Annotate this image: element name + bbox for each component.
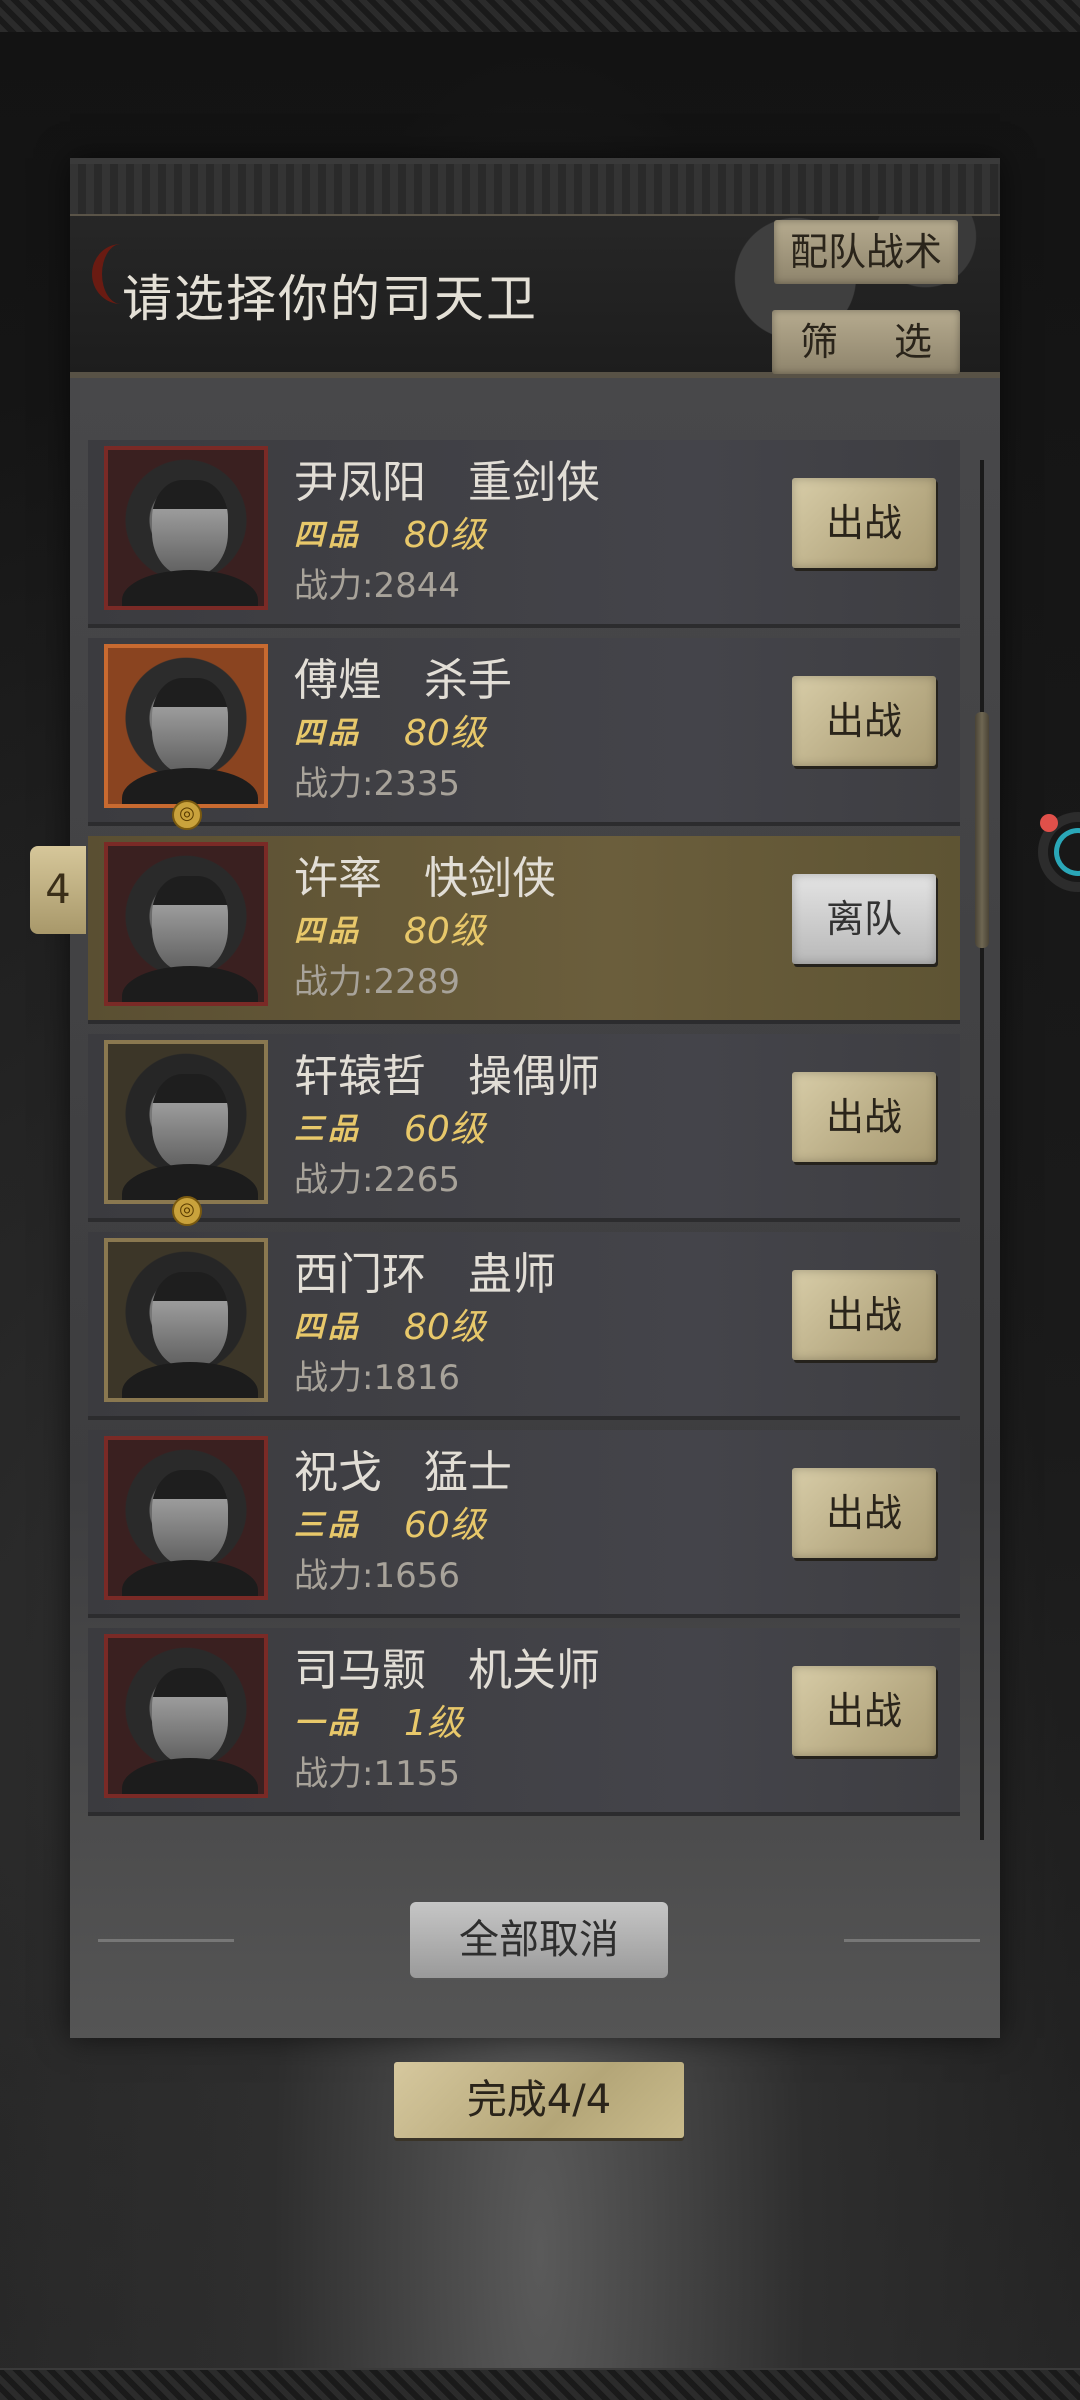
scrollbar-thumb[interactable] [975,712,989,948]
character-name-class: 司马颢 机关师 [294,1634,600,1698]
character-grade: 一品 [294,1706,362,1741]
character-name-class: 傅煌 杀手 [294,644,512,708]
character-class: 快剑侠 [423,853,556,904]
character-row[interactable]: 祝戈 猛士 三品 60级 战力:1656 出战 [88,1430,960,1618]
character-name: 许率 [294,853,382,904]
power-label: 战力: [294,1754,374,1794]
character-level: 80级 [404,911,486,952]
character-power: 战力:2289 [294,954,460,1003]
character-list[interactable]: 尹凤阳 重剑侠 四品 80级 战力:2844 出战 ◎ 傅煌 杀手 四品 80级… [88,440,962,1850]
character-row[interactable]: 司马颢 机关师 一品 1级 战力:1155 出战 [88,1628,960,1816]
character-portrait [104,1436,268,1600]
character-row-selected[interactable]: 许率 快剑侠 四品 80级 战力:2289 离队 [88,836,960,1024]
character-power: 战力:2335 [294,756,460,805]
power-label: 战力: [294,764,374,804]
character-power: 战力:2265 [294,1152,460,1201]
page-title: 请选择你的司天卫 [122,270,538,328]
character-name: 尹凤阳 [294,457,426,508]
divider-right [844,1939,980,1942]
character-class: 操偶师 [467,1051,600,1102]
character-level: 80级 [404,515,486,556]
character-name: 司马颢 [294,1645,426,1696]
power-value: 2844 [373,566,460,606]
character-power: 战力:1155 [294,1746,460,1795]
deploy-button[interactable]: 出战 [792,1666,936,1756]
character-power: 战力:2844 [294,558,460,607]
character-class: 猛士 [423,1447,512,1498]
deploy-button[interactable]: 出战 [792,676,936,766]
panel-header: 请选择你的司天卫 配队战术 筛 选 [70,158,1000,378]
character-class: 重剑侠 [467,457,600,508]
character-grade: 四品 [294,1310,362,1345]
deploy-button[interactable]: 出战 [792,478,936,568]
spiral-badge-icon: ◎ [172,800,202,830]
character-grade: 四品 [294,716,362,751]
character-name: 傅煌 [294,655,382,706]
power-label: 战力: [294,1556,374,1596]
power-value: 1656 [373,1556,460,1596]
team-tactics-button[interactable]: 配队战术 [774,220,958,284]
character-grade: 四品 [294,518,362,553]
character-name: 西门环 [294,1249,426,1300]
character-row[interactable]: ◎ 轩辕哲 操偶师 三品 60级 战力:2265 出战 [88,1034,960,1226]
power-value: 1155 [373,1754,460,1794]
character-name: 祝戈 [294,1447,382,1498]
scrollbar-track[interactable] [980,460,984,1840]
leave-team-button[interactable]: 离队 [792,874,936,964]
character-grade: 四品 [294,914,362,949]
character-name: 轩辕哲 [294,1051,426,1102]
character-name-class: 轩辕哲 操偶师 [294,1040,600,1104]
power-value: 2289 [373,962,460,1002]
power-value: 2265 [373,1160,460,1200]
selected-order-tab: 4 [30,846,86,934]
character-portrait [104,644,268,808]
character-name-class: 尹凤阳 重剑侠 [294,446,600,510]
character-row[interactable]: 西门环 蛊师 四品 80级 战力:1816 出战 [88,1232,960,1420]
complete-button[interactable]: 完成4/4 [394,2062,684,2138]
filter-button[interactable]: 筛 选 [772,310,960,374]
character-grade: 三品 [294,1112,362,1147]
character-portrait [104,1040,268,1204]
power-label: 战力: [294,1358,374,1398]
character-name-class: 许率 快剑侠 [294,842,556,906]
power-value: 2335 [373,764,460,804]
deploy-button[interactable]: 出战 [792,1270,936,1360]
deploy-button[interactable]: 出战 [792,1468,936,1558]
character-row[interactable]: 尹凤阳 重剑侠 四品 80级 战力:2844 出战 [88,440,960,628]
character-name-class: 西门环 蛊师 [294,1238,556,1302]
bottom-border-decoration [0,2368,1080,2400]
header-pattern-strip [70,164,1000,216]
character-row[interactable]: ◎ 傅煌 杀手 四品 80级 战力:2335 出战 [88,638,960,830]
character-level: 80级 [404,1307,486,1348]
top-border-decoration [0,0,1080,34]
deploy-button[interactable]: 出战 [792,1072,936,1162]
character-level: 1级 [404,1703,463,1744]
power-value: 1816 [373,1358,460,1398]
character-class: 杀手 [423,655,512,706]
character-level: 80级 [404,713,486,754]
character-level: 60级 [404,1109,486,1150]
divider-left [98,1939,234,1942]
character-power: 战力:1816 [294,1350,460,1399]
character-power: 战力:1656 [294,1548,460,1597]
spiral-badge-icon: ◎ [172,1196,202,1226]
notification-dot-icon [1040,814,1058,832]
character-portrait [104,842,268,1006]
power-label: 战力: [294,962,374,1002]
cancel-all-button[interactable]: 全部取消 [410,1902,668,1978]
character-portrait [104,446,268,610]
character-class: 蛊师 [467,1249,556,1300]
power-label: 战力: [294,1160,374,1200]
power-label: 战力: [294,566,374,606]
character-portrait [104,1634,268,1798]
character-level: 60级 [404,1505,486,1546]
character-grade: 三品 [294,1508,362,1543]
character-class: 机关师 [467,1645,600,1696]
character-portrait [104,1238,268,1402]
character-name-class: 祝戈 猛士 [294,1436,512,1500]
